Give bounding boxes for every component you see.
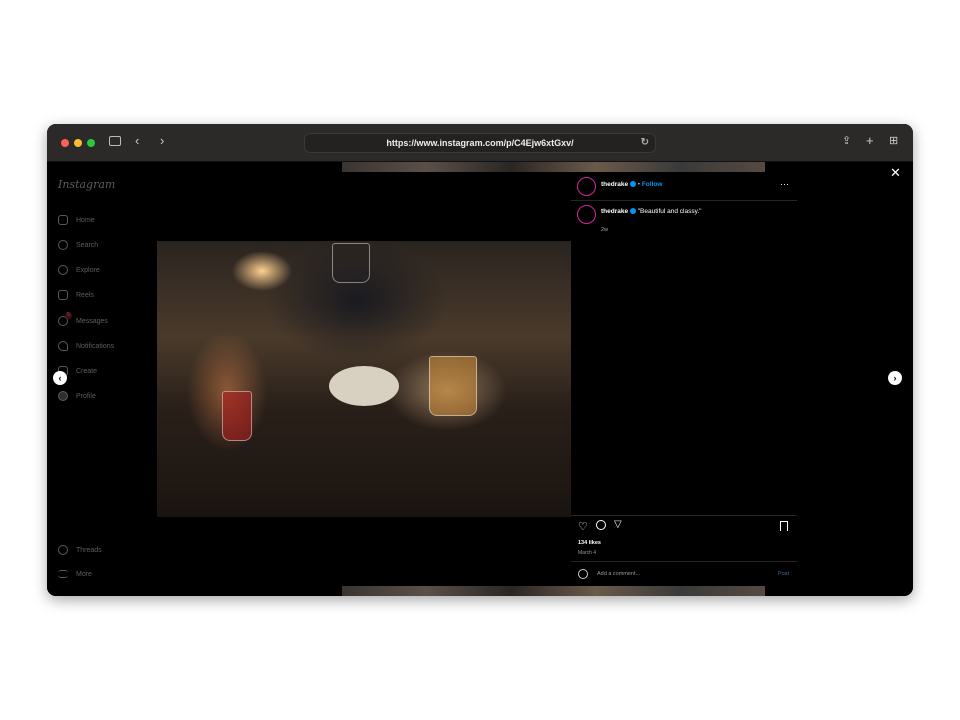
- emoji-icon[interactable]: [578, 569, 588, 579]
- label: Create: [76, 367, 98, 375]
- page-content: Instagram Home Search Explore Reels 5 Mes…: [47, 162, 913, 596]
- likes-count[interactable]: 134 likes: [578, 540, 601, 546]
- post-header: thedrake • Follow: [601, 181, 662, 188]
- author-avatar[interactable]: [577, 177, 596, 196]
- comment-icon[interactable]: [596, 520, 606, 530]
- reels-icon: [58, 290, 68, 300]
- more-options-button[interactable]: ···: [780, 179, 789, 189]
- label: Explore: [76, 266, 100, 274]
- new-tab-button[interactable]: +: [866, 133, 874, 148]
- caption-username[interactable]: thedrake: [601, 208, 628, 215]
- browser-toolbar: ‹ › https://www.instagram.com/p/C4Ejw6xt…: [47, 124, 913, 162]
- search-icon: [58, 240, 68, 250]
- next-post-button[interactable]: ›: [888, 371, 902, 385]
- sidebar-item-notifications[interactable]: Notifications: [58, 341, 114, 351]
- caption-text: "Beautiful and classy.": [637, 208, 702, 215]
- follow-button[interactable]: Follow: [642, 181, 663, 188]
- post-comment-button[interactable]: Post: [778, 571, 789, 577]
- address-bar[interactable]: https://www.instagram.com/p/C4Ejw6xtGxv/…: [304, 133, 656, 153]
- separator: •: [637, 181, 641, 188]
- instagram-logo: Instagram: [58, 178, 116, 191]
- label: Home: [76, 216, 95, 224]
- like-icon[interactable]: ♡: [578, 520, 588, 533]
- sidebar-item-reels[interactable]: Reels: [58, 290, 94, 300]
- compass-icon: [58, 265, 68, 275]
- comment-input[interactable]: Add a comment...: [597, 571, 640, 577]
- sidebar-item-more[interactable]: More: [58, 570, 92, 578]
- background-grid-bottom: [342, 586, 765, 596]
- plate: [329, 366, 399, 406]
- post-details-panel: thedrake • Follow ··· thedrake "Beautifu…: [571, 172, 797, 586]
- label: Threads: [76, 546, 102, 554]
- avatar-icon: [58, 391, 68, 401]
- sidebar-item-messages[interactable]: 5 Messages: [58, 312, 108, 326]
- url-text: https://www.instagram.com/p/C4Ejw6xtGxv/: [386, 138, 574, 148]
- post-date[interactable]: March 4: [578, 550, 596, 556]
- cocktail-glass: [222, 391, 252, 441]
- maximize-window-button[interactable]: [87, 139, 95, 147]
- home-icon: [58, 215, 68, 225]
- label: Reels: [76, 291, 94, 299]
- sidebar-item-explore[interactable]: Explore: [58, 265, 100, 275]
- label: More: [76, 570, 92, 578]
- close-icon[interactable]: ✕: [890, 165, 901, 181]
- sidebar-item-search[interactable]: Search: [58, 240, 98, 250]
- browser-window: ‹ › https://www.instagram.com/p/C4Ejw6xt…: [47, 124, 913, 596]
- label: Notifications: [76, 342, 115, 350]
- sidebar-item-home[interactable]: Home: [58, 215, 95, 225]
- heart-icon: [58, 341, 68, 351]
- label: Messages: [76, 317, 108, 325]
- label: Profile: [76, 392, 96, 400]
- post-image: [157, 241, 571, 517]
- verified-icon: [629, 208, 636, 215]
- caption-timestamp[interactable]: 2w: [601, 227, 608, 233]
- label: Search: [76, 241, 99, 249]
- verified-icon: [629, 181, 636, 188]
- reload-icon[interactable]: ↻: [641, 134, 649, 152]
- menu-icon: [58, 570, 68, 578]
- share-icon[interactable]: ▽: [614, 519, 622, 530]
- sidebar-item-profile[interactable]: Profile: [58, 391, 96, 401]
- save-icon[interactable]: [780, 521, 788, 531]
- background-grid-top: [342, 162, 765, 172]
- wine-glass: [332, 243, 370, 283]
- minimize-window-button[interactable]: [74, 139, 82, 147]
- sidebar-toggle-icon[interactable]: [109, 136, 121, 146]
- previous-post-button[interactable]: ‹: [53, 371, 67, 385]
- wine-glass: [429, 356, 477, 416]
- divider: [571, 200, 797, 201]
- messenger-icon: 5: [58, 312, 72, 326]
- forward-button[interactable]: ›: [160, 133, 164, 148]
- share-icon[interactable]: ⇪: [842, 134, 851, 147]
- author-username[interactable]: thedrake: [601, 181, 628, 188]
- divider: [571, 515, 797, 516]
- caption: thedrake "Beautiful and classy.": [601, 208, 701, 215]
- divider: [571, 561, 797, 562]
- sidebar-item-threads[interactable]: Threads: [58, 545, 102, 555]
- caption-avatar[interactable]: [577, 205, 596, 224]
- close-window-button[interactable]: [61, 139, 69, 147]
- back-button[interactable]: ‹: [135, 133, 139, 148]
- messages-badge: 5: [65, 312, 72, 319]
- threads-icon: [58, 545, 68, 555]
- tab-overview-icon[interactable]: ⊞: [889, 134, 898, 147]
